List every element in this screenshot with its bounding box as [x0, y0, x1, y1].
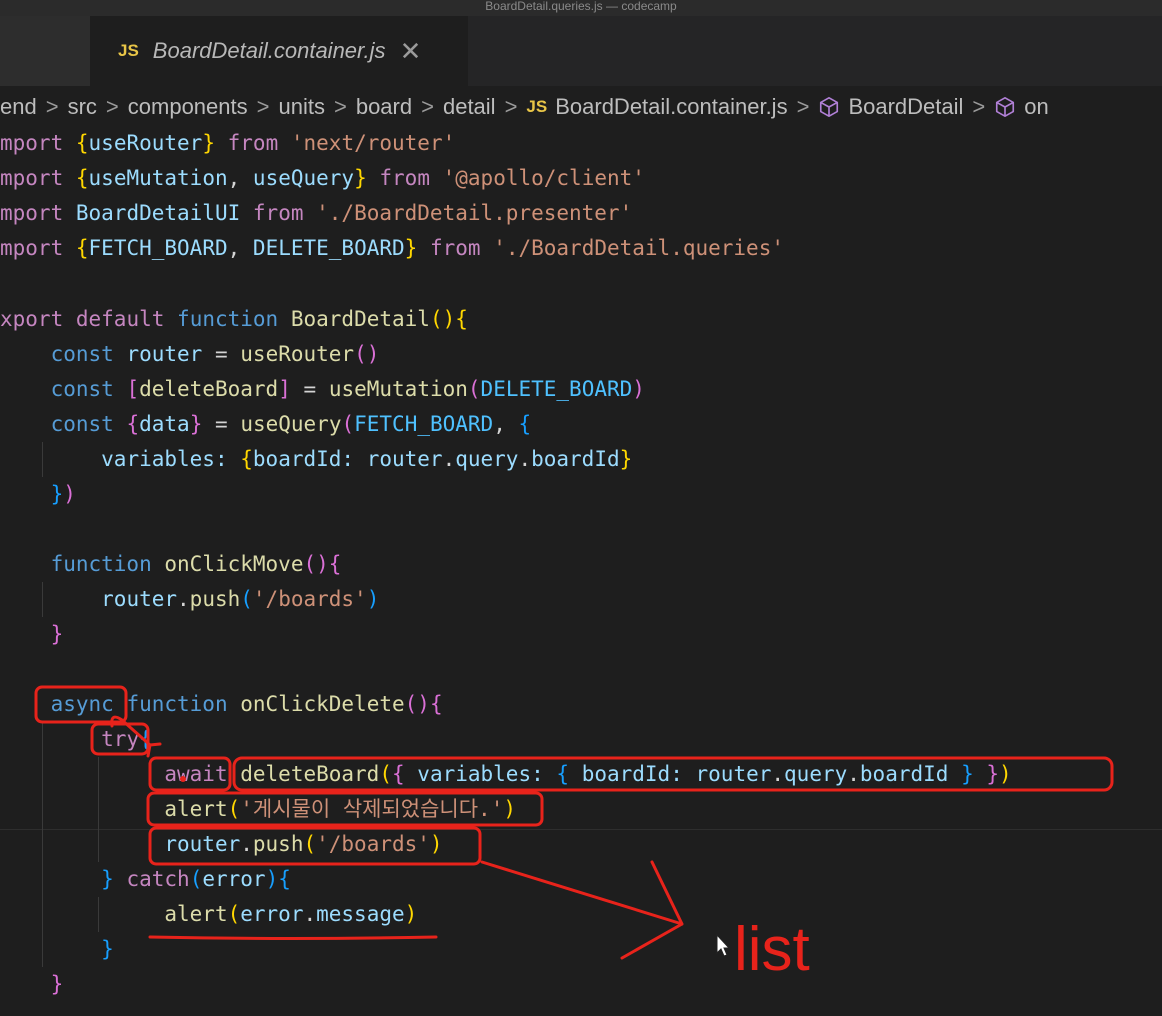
chevron-right-icon: > [796, 94, 810, 119]
breadcrumb-item-end[interactable]: end [0, 94, 37, 120]
code-line-1: mport {useRouter} from 'next/router' [0, 131, 456, 155]
code-line-6: xport default function BoardDetail(){ [0, 307, 468, 331]
breadcrumb-item-units[interactable]: units [278, 94, 324, 120]
breadcrumb-file-label: BoardDetail.container.js [555, 94, 788, 119]
chevron-right-icon: > [504, 94, 518, 119]
code-line-21: router.push('/boards') [164, 832, 443, 856]
annotation-list-label: list [734, 915, 810, 984]
editor-tab-active[interactable]: JS BoardDetail.container.js ✕ [90, 16, 468, 86]
editor-tab-previous[interactable] [0, 16, 91, 86]
code-line-9: const {data} = useQuery(FETCH_BOARD, { [50, 412, 532, 436]
chevron-right-icon: > [333, 94, 347, 119]
code-line-15: } [50, 622, 64, 646]
breadcrumb-item-symbol[interactable]: BoardDetail [818, 94, 963, 120]
code-line-17: async function onClickDelete(){ [50, 692, 443, 716]
breadcrumb-item-symbol-2[interactable]: on [994, 94, 1049, 120]
code-line-4: mport {FETCH_BOARD, DELETE_BOARD} from '… [0, 236, 784, 260]
code-line-18: try{ [101, 727, 152, 751]
code-line-14: router.push('/boards') [101, 587, 380, 611]
code-line-22: } catch(error){ [101, 867, 291, 891]
code-line-24: } [101, 937, 114, 961]
js-file-icon: JS [118, 41, 139, 60]
close-icon[interactable]: ✕ [400, 38, 422, 64]
breadcrumb-symbol-2-label: on [1024, 94, 1049, 119]
code-line-23: alert(error.message) [164, 902, 418, 926]
breadcrumb-item-file[interactable]: JS BoardDetail.container.js [526, 94, 787, 120]
breadcrumb-item-components[interactable]: components [128, 94, 248, 120]
code-line-25: } [50, 972, 64, 996]
chevron-right-icon: > [256, 94, 270, 119]
js-file-icon: JS [526, 97, 548, 116]
code-line-13: function onClickMove(){ [50, 552, 342, 576]
breadcrumb-item-board[interactable]: board [356, 94, 412, 120]
breadcrumb-symbol-label: BoardDetail [848, 94, 964, 119]
cube-icon [820, 97, 839, 117]
breadcrumb-item-detail[interactable]: detail [443, 94, 496, 120]
breadcrumb-item-src[interactable]: src [68, 94, 97, 120]
annotation-arrow-to-list [480, 860, 684, 960]
code-line-11: }) [50, 482, 76, 506]
code-line-7: const router = useRouter() [50, 342, 380, 366]
code-line-8: const [deleteBoard] = useMutation(DELETE… [50, 377, 645, 401]
chevron-right-icon: > [45, 94, 59, 119]
code-line-2: mport {useMutation, useQuery} from '@apo… [0, 166, 645, 190]
mouse-pointer-icon [716, 933, 731, 957]
code-line-19: await deleteBoard({ variables: { boardId… [164, 762, 1012, 786]
code-line-3: mport BoardDetailUI from './BoardDetail.… [0, 201, 633, 225]
cube-icon [996, 97, 1015, 117]
code-line-20: alert('게시물이 삭제되었습니다.') [164, 797, 516, 821]
annotation-underline-alert [148, 935, 438, 940]
chevron-right-icon: > [105, 94, 119, 119]
code-line-10: variables: {boardId: router.query.boardI… [101, 447, 633, 471]
breadcrumb: end > src > components > units > board >… [0, 86, 1162, 128]
editor-tab-strip: JS BoardDetail.container.js ✕ [0, 16, 1162, 86]
tab-title: BoardDetail.container.js [152, 38, 386, 63]
window-title: BoardDetail.queries.js — codecamp [0, 0, 1162, 16]
chevron-right-icon: > [972, 94, 986, 119]
chevron-right-icon: > [421, 94, 434, 119]
